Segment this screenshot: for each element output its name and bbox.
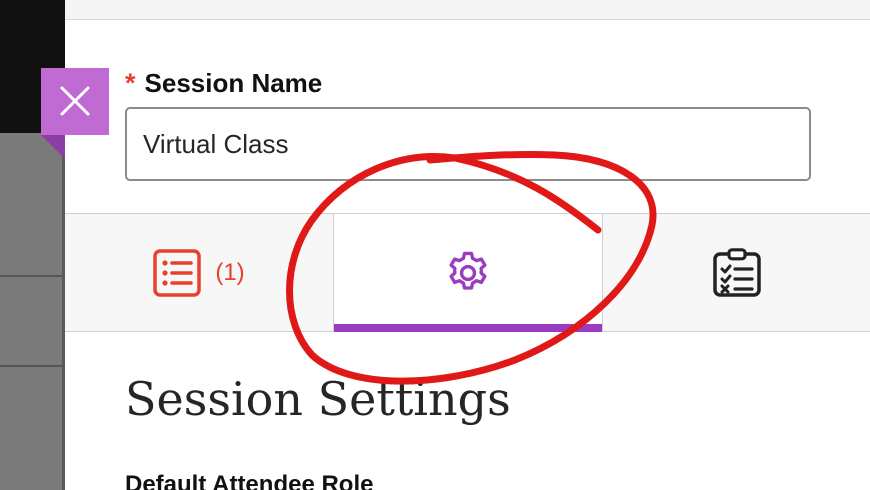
close-icon xyxy=(60,86,90,116)
tab-attendees[interactable]: (1) xyxy=(65,214,333,332)
required-indicator: * xyxy=(125,67,136,98)
background-divider xyxy=(0,275,65,277)
tab-settings[interactable] xyxy=(333,214,603,332)
background-divider xyxy=(0,365,65,367)
tab-checklist[interactable] xyxy=(603,214,870,332)
tab-bar: (1) xyxy=(65,213,870,332)
close-button[interactable] xyxy=(41,68,109,135)
session-name-input[interactable] xyxy=(125,107,811,181)
default-attendee-role-heading: Default Attendee Role xyxy=(125,471,374,490)
gear-icon xyxy=(449,251,487,290)
session-name-label-row: * Session Name xyxy=(125,66,322,100)
close-button-tail xyxy=(41,135,65,159)
clipboard-checklist-icon xyxy=(712,248,761,297)
session-name-label: Session Name xyxy=(144,67,323,98)
panel-top-strip xyxy=(65,0,870,20)
selected-tab-indicator xyxy=(334,324,602,332)
section-title: Session Settings xyxy=(125,372,511,426)
list-icon xyxy=(153,249,202,297)
attendee-count-badge: (1) xyxy=(215,259,245,286)
